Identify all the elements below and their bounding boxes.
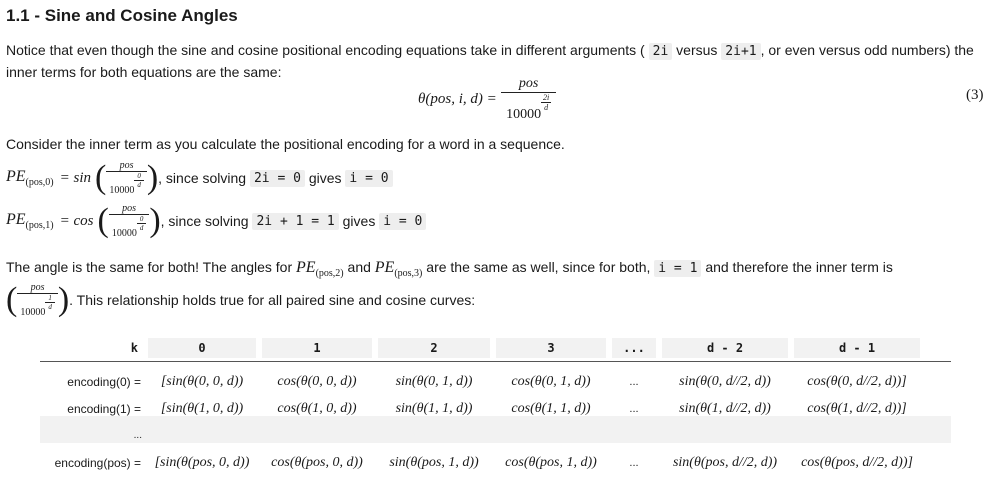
header-k: k — [46, 338, 142, 358]
table-row: encoding(pos) = [sin(θ(pos, 0, d)) cos(θ… — [46, 449, 920, 476]
pe0-fraction: pos 10000 0 d — [106, 160, 147, 196]
code-2i: 2i — [648, 43, 673, 60]
section-heading: 1.1 - Sine and Cosine Angles — [6, 6, 238, 25]
theta-denominator: 10000 2i d — [506, 93, 552, 122]
table-cell: cos(θ(pos, d//2, d))] — [801, 454, 913, 470]
angle-text-4: and therefore the inner term is — [705, 259, 893, 275]
angle-text-3: are the same as well, since for both, — [426, 259, 651, 275]
angle-text-2: and — [347, 259, 371, 275]
row-label: encoding(pos) = — [54, 455, 141, 470]
pe1-equation: PE(pos,1) = cos ( pos 10000 0 d ) , since … — [6, 201, 427, 241]
table-cell: cos(θ(pos, 0, d)) — [271, 454, 363, 470]
header-col: 0 — [148, 338, 256, 358]
theta-fraction: pos 10000 2i d — [500, 76, 557, 123]
table-cell: sin(θ(0, d//2, d)) — [679, 373, 771, 389]
table-cell: sin(θ(0, 1, d)) — [395, 373, 473, 389]
pe1-code-2: i = 0 — [379, 212, 427, 230]
table-header-row: k 0 1 2 3 ... d - 2 d - 1 — [46, 338, 920, 358]
pe0-code-2: i = 0 — [345, 169, 393, 187]
pe0-function: = sin — [59, 169, 91, 186]
row-label: encoding(1) = — [67, 401, 141, 416]
code-2i-plus-1: 2i+1 — [721, 43, 761, 60]
theta-lhs: θ(pos, i, d) = — [418, 91, 497, 107]
table-cell: cos(θ(0, 0, d)) — [277, 373, 357, 389]
table-cell: cos(θ(0, d//2, d))] — [807, 373, 907, 389]
pe0-lhs: PE(pos,0) — [6, 167, 54, 189]
table-cell: sin(θ(1, 1, d)) — [395, 400, 473, 416]
row-label: encoding(0) = — [67, 374, 141, 389]
header-col: d - 1 — [794, 338, 920, 358]
intro-text-1: Notice that even though the sine and cos… — [6, 42, 645, 58]
theta-equation: θ(pos, i, d) = pos 10000 2i d — [418, 76, 557, 123]
table-cell: sin(θ(1, d//2, d)) — [679, 400, 771, 416]
table-cell: [sin(θ(pos, 0, d)) — [154, 454, 250, 470]
pe1-lhs: PE(pos,1) — [6, 210, 54, 232]
consider-paragraph: Consider the inner term as you calculate… — [6, 136, 565, 152]
table-cell: [sin(θ(0, 0, d)) — [160, 373, 244, 389]
angle-text-1: The angle is the same for both! The angl… — [6, 259, 293, 275]
equation-number: (3) — [966, 87, 984, 103]
theta-numerator: pos — [500, 76, 557, 93]
table-row: encoding(1) = [sin(θ(1, 0, d)) cos(θ(1, … — [46, 395, 920, 422]
table-cell: cos(θ(pos, 1, d)) — [505, 454, 597, 470]
intro-text-2: versus — [676, 42, 718, 58]
angle-inner-term: ( pos 10000 1 d ) . This relationship hold… — [6, 281, 476, 318]
pe1-function: = cos — [59, 212, 94, 229]
row-label: ... — [133, 430, 142, 441]
table-cell: cos(θ(1, d//2, d))] — [807, 400, 907, 416]
pe0-code-1: 2i = 0 — [249, 169, 305, 187]
table-cell: cos(θ(1, 0, d)) — [277, 400, 357, 416]
pe1-code-1: 2i + 1 = 1 — [252, 212, 339, 230]
header-col: 1 — [262, 338, 372, 358]
table-cell: sin(θ(pos, 1, d)) — [389, 454, 479, 470]
angle-code: i = 1 — [654, 260, 702, 277]
header-col: ... — [612, 338, 656, 358]
pe1-text-2: gives — [342, 213, 376, 229]
table-cell: cos(θ(0, 1, d)) — [511, 373, 591, 389]
pe0-equation: PE(pos,0) = sin ( pos 10000 0 d ) , since … — [6, 158, 393, 198]
table-row: ... — [46, 422, 920, 449]
table-cell: ... — [629, 375, 639, 388]
header-col: 3 — [496, 338, 606, 358]
table-row: encoding(0) = [sin(θ(0, 0, d)) cos(θ(0, … — [46, 368, 920, 395]
angle-fraction: pos 10000 1 d — [17, 282, 58, 318]
pe0-text-1: , since solving — [158, 170, 247, 186]
encoding-table: k 0 1 2 3 ... d - 2 d - 1 encoding(0) = … — [40, 338, 926, 476]
table-cell: [sin(θ(1, 0, d)) — [160, 400, 244, 416]
table-cell: ... — [629, 456, 639, 469]
table-cell: sin(θ(pos, d//2, d)) — [672, 454, 778, 470]
angle-text-5: . This relationship holds true for all p… — [69, 292, 476, 308]
table-cell: ... — [629, 402, 639, 415]
header-col: 2 — [378, 338, 490, 358]
table-cell: cos(θ(1, 1, d)) — [511, 400, 591, 416]
pe0-text-2: gives — [308, 170, 342, 186]
pe1-text-1: , since solving — [160, 213, 249, 229]
pe1-fraction: pos 10000 0 d — [108, 203, 150, 239]
header-col: d - 2 — [662, 338, 788, 358]
